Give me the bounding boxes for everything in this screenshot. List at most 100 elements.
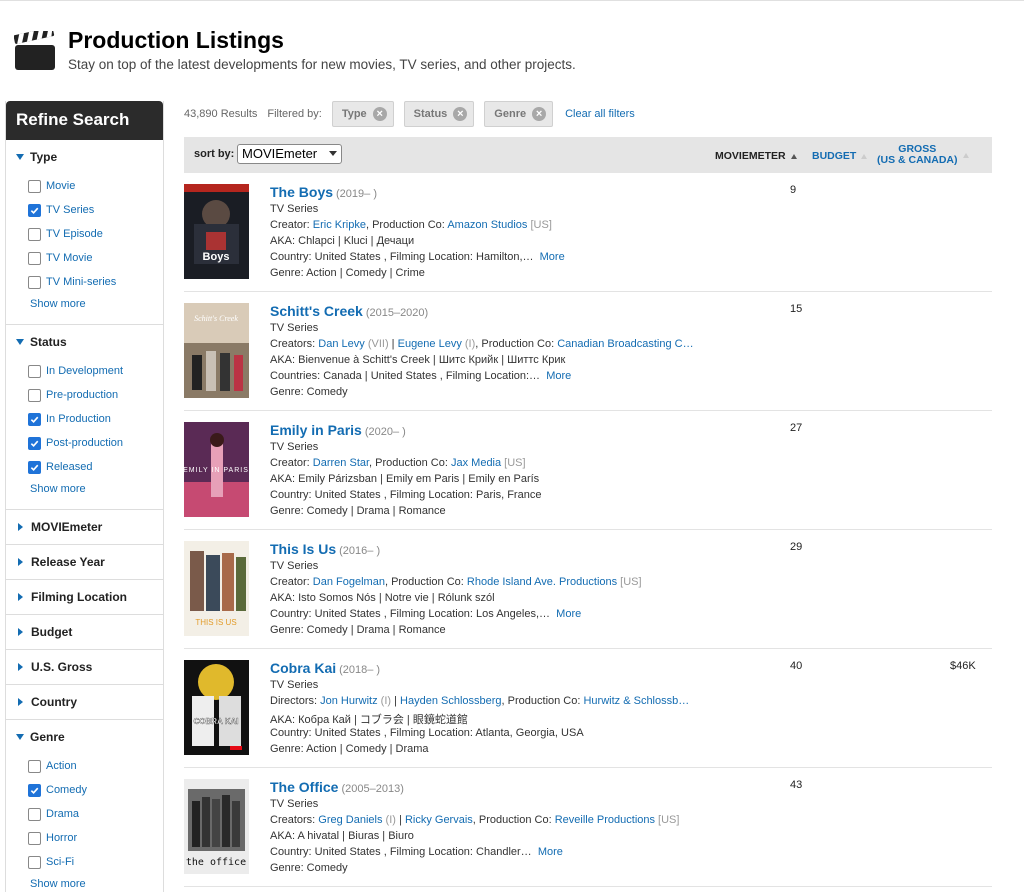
checkbox[interactable] bbox=[28, 251, 41, 265]
checkbox[interactable] bbox=[28, 275, 41, 289]
title-link[interactable]: The Boys bbox=[270, 184, 333, 200]
facet-option[interactable]: In Development bbox=[28, 359, 163, 383]
checkbox[interactable] bbox=[28, 807, 41, 821]
facet-option[interactable]: Sci-Fi bbox=[28, 850, 163, 874]
facet-collapsed-toggle[interactable]: MOVIEmeter bbox=[6, 510, 163, 544]
title-link[interactable]: Schitt's Creek bbox=[270, 303, 363, 319]
facet-option[interactable]: TV Series bbox=[28, 198, 163, 222]
checkbox[interactable] bbox=[28, 412, 41, 426]
facet-option-label: Post-production bbox=[46, 437, 124, 449]
production-co-link[interactable]: Jax Media bbox=[451, 457, 501, 469]
facet-option[interactable]: Drama bbox=[28, 802, 163, 826]
result-row: Schitt's Creek Schitt's Creek (2015–2020) T… bbox=[184, 292, 992, 411]
facet-option-label: Action bbox=[46, 760, 77, 772]
production-co-label: , Production Co: bbox=[472, 814, 555, 826]
remove-filter-icon[interactable]: × bbox=[532, 107, 547, 121]
country-text: Country: United States , Filming Locatio… bbox=[270, 489, 542, 501]
facet-option[interactable]: Pre-production bbox=[28, 383, 163, 407]
poster-image[interactable]: the office bbox=[184, 779, 249, 874]
poster-image[interactable]: THIS IS US bbox=[184, 541, 249, 636]
production-co-link[interactable]: Amazon Studios bbox=[447, 219, 527, 231]
show-more-link[interactable]: Show more bbox=[28, 874, 163, 892]
facet-option[interactable]: TV Mini-series bbox=[28, 270, 163, 294]
poster-image[interactable]: Boys bbox=[184, 184, 249, 279]
remove-filter-icon[interactable]: × bbox=[453, 107, 468, 121]
title-link[interactable]: The Office bbox=[270, 779, 338, 795]
column-budget[interactable]: BUDGET bbox=[812, 150, 868, 162]
facet-collapsed-toggle[interactable]: Country bbox=[6, 685, 163, 719]
results-list: Boys The Boys (2019– ) TV Series Creator: Er… bbox=[184, 173, 992, 887]
creator-suffix: (VII) bbox=[364, 338, 389, 350]
creator-link[interactable]: Dan Levy bbox=[318, 338, 364, 350]
checkbox[interactable] bbox=[28, 436, 41, 450]
facet-option[interactable]: Released bbox=[28, 455, 163, 479]
checkbox[interactable] bbox=[28, 759, 41, 773]
facet-collapsed-toggle[interactable]: Release Year bbox=[6, 545, 163, 579]
production-co-link[interactable]: Rhode Island Ave. Productions bbox=[467, 576, 617, 588]
creator-link[interactable]: Hayden Schlossberg bbox=[400, 695, 502, 707]
facet-type-toggle[interactable]: Type bbox=[6, 140, 163, 174]
facet-option[interactable]: TV Episode bbox=[28, 222, 163, 246]
checkbox[interactable] bbox=[28, 388, 41, 402]
facet-option[interactable]: In Production bbox=[28, 407, 163, 431]
facet-title-label: Filming Location bbox=[31, 590, 127, 604]
show-more-link[interactable]: Show more bbox=[28, 294, 163, 314]
poster-image[interactable]: Schitt's Creek bbox=[184, 303, 249, 398]
checkbox[interactable] bbox=[28, 831, 41, 845]
facet-genre-toggle[interactable]: Genre bbox=[6, 720, 163, 754]
checkbox[interactable] bbox=[28, 783, 41, 797]
facet-option[interactable]: Action bbox=[28, 754, 163, 778]
checkbox[interactable] bbox=[28, 855, 41, 869]
credit-separator: | bbox=[388, 338, 398, 350]
production-co-link[interactable]: Reveille Productions bbox=[555, 814, 655, 826]
production-co-link[interactable]: Canadian Broadcasting C… bbox=[557, 338, 693, 350]
facet-collapsed-toggle[interactable]: U.S. Gross bbox=[6, 650, 163, 684]
facet-collapsed: MOVIEmeter bbox=[6, 510, 163, 545]
title-link[interactable]: Cobra Kai bbox=[270, 660, 336, 676]
remove-filter-icon[interactable]: × bbox=[372, 107, 387, 121]
production-co-link[interactable]: Hurwitz & Schlossb… bbox=[583, 695, 689, 707]
checkbox[interactable] bbox=[28, 227, 41, 241]
title-link[interactable]: This Is Us bbox=[270, 541, 336, 557]
creator-link[interactable]: Darren Star bbox=[313, 457, 369, 469]
collapsed-arrow-icon bbox=[18, 558, 23, 566]
more-link[interactable]: More bbox=[540, 251, 565, 263]
facet-option[interactable]: Comedy bbox=[28, 778, 163, 802]
creator-link[interactable]: Ricky Gervais bbox=[405, 814, 473, 826]
poster-image[interactable]: EMILY IN PARIS bbox=[184, 422, 249, 517]
checkbox[interactable] bbox=[28, 364, 41, 378]
poster-image[interactable]: COBRA KAI bbox=[184, 660, 249, 755]
facet-option[interactable]: Movie bbox=[28, 174, 163, 198]
show-more-link[interactable]: Show more bbox=[28, 479, 163, 499]
results-count: 43,890 Results bbox=[184, 108, 258, 120]
result-row: EMILY IN PARIS Emily in Paris (2020– ) TV S… bbox=[184, 411, 992, 530]
sort-select[interactable]: MOVIEmeter bbox=[237, 144, 342, 164]
credit-label: Creator: bbox=[270, 219, 313, 231]
facet-collapsed-toggle[interactable]: Budget bbox=[6, 615, 163, 649]
clear-all-filters-link[interactable]: Clear all filters bbox=[565, 108, 635, 120]
creator-link[interactable]: Jon Hurwitz bbox=[320, 695, 377, 707]
facet-option[interactable]: Horror bbox=[28, 826, 163, 850]
more-link[interactable]: More bbox=[556, 608, 581, 620]
aka-line: AKA: A hivatal | Biuras | Biuro bbox=[270, 830, 414, 842]
column-moviemeter[interactable]: MOVIEMETER bbox=[715, 150, 797, 162]
creator-link[interactable]: Greg Daniels bbox=[318, 814, 382, 826]
checkbox[interactable] bbox=[28, 460, 41, 474]
creator-link[interactable]: Dan Fogelman bbox=[313, 576, 385, 588]
facet-option-label: TV Movie bbox=[46, 252, 93, 264]
column-gross[interactable]: GROSS (US & CANADA) bbox=[877, 144, 969, 166]
title-line: The Office (2005–2013) bbox=[270, 779, 404, 795]
facet-status-toggle[interactable]: Status bbox=[6, 325, 163, 359]
facet-collapsed-toggle[interactable]: Filming Location bbox=[6, 580, 163, 614]
checkbox[interactable] bbox=[28, 179, 41, 193]
moviemeter-value: 15 bbox=[790, 303, 803, 315]
checkbox[interactable] bbox=[28, 203, 41, 217]
more-link[interactable]: More bbox=[546, 370, 571, 382]
facet-option[interactable]: TV Movie bbox=[28, 246, 163, 270]
facet-option[interactable]: Post-production bbox=[28, 431, 163, 455]
credit-separator: | bbox=[391, 695, 401, 707]
more-link[interactable]: More bbox=[538, 846, 563, 858]
creator-link[interactable]: Eric Kripke bbox=[313, 219, 366, 231]
title-link[interactable]: Emily in Paris bbox=[270, 422, 362, 438]
creator-link[interactable]: Eugene Levy bbox=[398, 338, 462, 350]
